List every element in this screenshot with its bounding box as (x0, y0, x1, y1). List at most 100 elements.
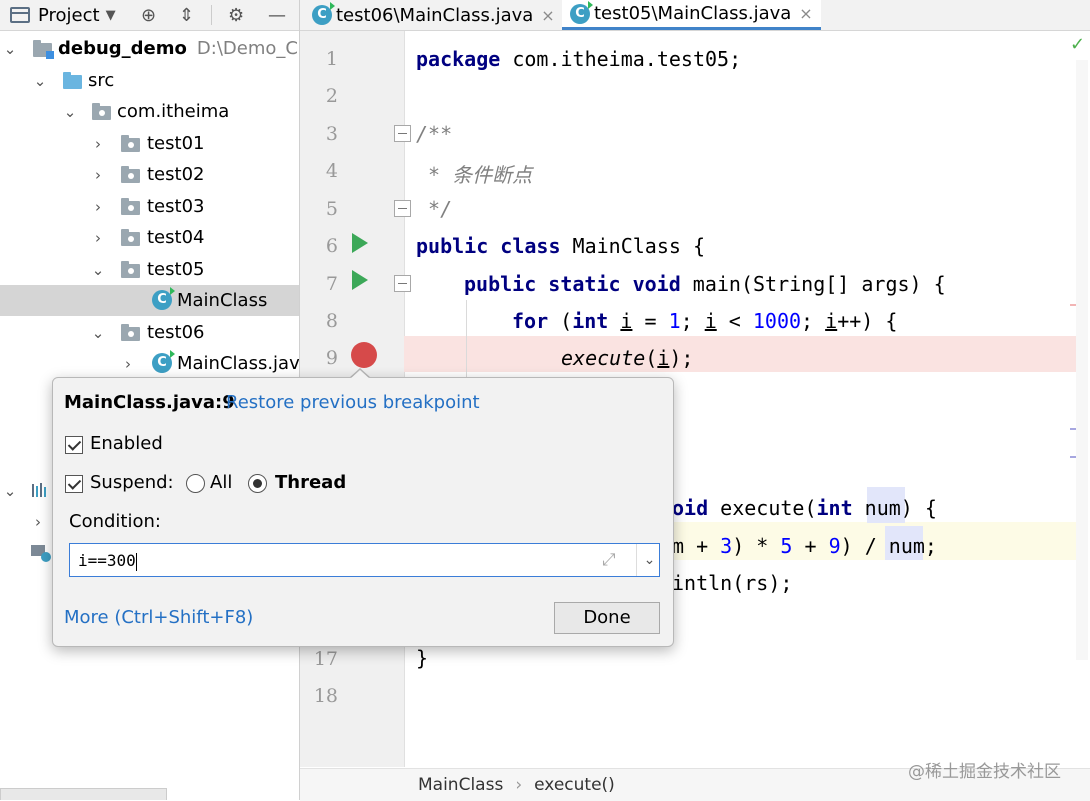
scratches-icon (31, 543, 53, 563)
chevron-down-icon[interactable]: ⌄ (91, 324, 105, 342)
module-name: debug_demo (58, 38, 187, 59)
tree-item-src[interactable]: ⌄ src (0, 65, 299, 96)
tree-item-debug-demo[interactable]: ⌄ debug_demo D:\Demo_Coo (0, 33, 299, 64)
chevron-right-icon[interactable]: › (91, 166, 105, 184)
project-view-selector[interactable]: Project ▼ (10, 0, 116, 30)
tree-label-test03: test03 (147, 196, 205, 217)
fold-icon[interactable] (394, 275, 411, 292)
inspection-ok-icon[interactable]: ✓ (1070, 34, 1085, 55)
tab-label: test06\MainClass.java (336, 4, 534, 26)
tree-label-test02: test02 (147, 164, 205, 185)
code-text: = (632, 309, 669, 333)
radio-all[interactable] (186, 474, 205, 493)
suspend-label: Suspend: (90, 472, 174, 493)
code-line-14[interactable]: m + 3) * 5 + 9) / num; (672, 534, 937, 558)
line-number: 1 (325, 48, 338, 70)
tree-label-mainclass-java: MainClass.java (177, 353, 300, 374)
editor-scrollbar[interactable] (1076, 60, 1088, 660)
minimize-icon[interactable]: — (268, 0, 286, 30)
popup-title: MainClass.java:9 (64, 392, 235, 413)
tab-test06-mainclass[interactable]: C test06\MainClass.java × (312, 0, 555, 30)
tab-test05-mainclass[interactable]: C test05\MainClass.java × (562, 0, 821, 30)
code-line-13[interactable]: oid execute(int num) { (672, 496, 937, 520)
tree-item-mainclass-selected[interactable]: C MainClass (0, 285, 299, 316)
chevron-right-icon[interactable]: › (121, 355, 135, 373)
tree-item-test02[interactable]: › test02 (0, 159, 299, 190)
variable: i (704, 309, 717, 333)
tree-label-src: src (88, 70, 115, 91)
gear-icon[interactable]: ⚙ (228, 0, 244, 30)
tree-item-test01[interactable]: › test01 (0, 128, 299, 159)
line-number: 6 (325, 235, 338, 257)
chevron-down-icon[interactable]: ⌄ (91, 261, 105, 279)
horizontal-scrollbar[interactable] (0, 788, 167, 800)
more-link[interactable]: More (Ctrl+Shift+F8) (64, 607, 253, 628)
tree-item-test06[interactable]: ⌄ test06 (0, 317, 299, 348)
chevron-right-icon[interactable]: › (91, 229, 105, 247)
code-text: ; (801, 309, 826, 333)
tree-item-test03[interactable]: › test03 (0, 191, 299, 222)
code-line-17[interactable]: } (416, 646, 428, 670)
code-line-4[interactable]: * 条件断点 (416, 159, 532, 188)
project-icon (10, 7, 30, 23)
popup-arrow-fill (350, 370, 370, 379)
suspend-checkbox[interactable] (65, 475, 83, 493)
tree-item-test04[interactable]: › test04 (0, 222, 299, 253)
chevron-down-icon[interactable]: ⌄ (636, 544, 662, 576)
restore-breakpoint-link[interactable]: Restore previous breakpoint (226, 392, 480, 413)
close-icon[interactable]: × (799, 4, 812, 23)
breadcrumb-item-method[interactable]: execute() (534, 775, 615, 795)
expand-icon[interactable]: ⤢ (602, 550, 616, 570)
condition-input[interactable]: i==300 ⤢ ⌄ (69, 543, 660, 577)
enabled-checkbox[interactable] (65, 436, 83, 454)
collapse-icon[interactable]: ⇕ (179, 0, 194, 30)
chevron-right-icon[interactable]: › (31, 513, 45, 531)
run-icon[interactable] (352, 233, 368, 253)
breakpoint-icon[interactable] (351, 342, 377, 368)
crosshair-icon[interactable]: ⊕ (141, 0, 156, 30)
code-text: ; (680, 309, 705, 333)
keyword: class (500, 234, 561, 258)
close-icon[interactable]: × (541, 6, 554, 25)
code-line-1[interactable]: package com.itheima.test05; (416, 47, 741, 71)
fold-icon[interactable] (394, 125, 411, 142)
chevron-right-icon[interactable]: › (91, 198, 105, 216)
code-line-7[interactable]: public static void main(String[] args) { (464, 272, 946, 296)
project-title: Project (38, 4, 100, 26)
tree-item-com-itheima[interactable]: ⌄ com.itheima (0, 96, 299, 127)
code-text: intln(rs); (672, 571, 793, 595)
done-button[interactable]: Done (554, 602, 660, 634)
code-line-6[interactable]: public class MainClass { (416, 234, 705, 258)
radio-thread[interactable] (248, 474, 267, 493)
comment-text: */ (416, 197, 453, 221)
code-line-5[interactable]: */ (416, 197, 452, 221)
code-line-3[interactable]: /** (416, 122, 452, 146)
editor-tabbar: C test06\MainClass.java × C test05\MainC… (300, 0, 1090, 31)
fold-icon[interactable] (394, 200, 411, 217)
keyword: static (548, 272, 621, 296)
number-literal: 3 (720, 534, 733, 558)
run-icon[interactable] (352, 270, 368, 290)
radio-thread-label: Thread (275, 472, 347, 493)
number-literal: 5 (780, 534, 793, 558)
code-line-9[interactable]: execute(i); (561, 346, 693, 370)
chevron-down-icon[interactable]: ⌄ (63, 103, 77, 121)
code-text: < (716, 309, 753, 333)
parameter: num (888, 534, 925, 558)
line-number: 8 (325, 310, 338, 332)
chevron-right-icon[interactable]: › (91, 135, 105, 153)
chevron-down-icon[interactable]: ⌄ (3, 482, 17, 500)
line-number: 18 (313, 685, 338, 707)
enabled-label: Enabled (90, 433, 163, 454)
tree-item-test05[interactable]: ⌄ test05 (0, 254, 299, 285)
chevron-down-icon[interactable]: ⌄ (3, 40, 17, 58)
chevron-down-icon[interactable]: ⌄ (33, 72, 47, 90)
code-line-15[interactable]: intln(rs); (672, 571, 792, 595)
breadcrumb-item-class[interactable]: MainClass (418, 775, 503, 795)
keyword: package (416, 47, 501, 71)
module-path: D:\Demo_Coo (196, 38, 299, 59)
code-text: ) { (900, 496, 937, 520)
tree-item-mainclass-java[interactable]: › C MainClass.java (0, 348, 299, 379)
code-line-8[interactable]: for (int i = 1; i < 1000; i++) { (512, 309, 897, 333)
